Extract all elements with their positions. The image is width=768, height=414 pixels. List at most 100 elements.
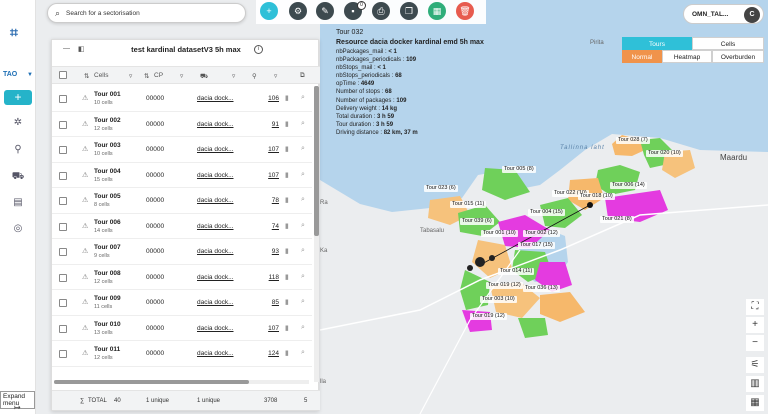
filter-icon[interactable]: ▿ (232, 72, 235, 80)
normal-toggle-button[interactable]: Normal (622, 50, 662, 63)
resource-column-icon[interactable]: ⛟ (200, 72, 208, 81)
expand-menu-icon[interactable]: ↦ (14, 403, 21, 412)
tours-toggle-button[interactable]: Tours (622, 37, 692, 50)
app-logo-icon[interactable]: ⌗ (10, 24, 18, 41)
tour-value-link[interactable]: 118 (257, 274, 279, 281)
zoom-icon[interactable]: ⌕ (301, 196, 305, 204)
chart-icon[interactable]: ▮ (285, 247, 289, 255)
location-pin-icon[interactable]: ⚲ (11, 143, 25, 157)
tour-label[interactable]: Tour 019 (12) (486, 282, 523, 289)
table-row[interactable]: ⚠ Tour 008 12 cells 00000 dacia dock... 11… (52, 265, 312, 290)
tour-resource-link[interactable]: dacia dock... (197, 172, 234, 179)
select-all-checkbox[interactable] (59, 71, 67, 79)
tour-label[interactable]: Tour 039 (6) (460, 218, 494, 225)
tour-resource-link[interactable]: dacia dock... (197, 350, 234, 357)
cells-sort-icon[interactable]: ⇅ (84, 72, 89, 80)
tour-label[interactable]: Tour 014 (11) (498, 268, 535, 275)
tour-resource-link[interactable]: dacia dock... (197, 121, 234, 128)
row-checkbox[interactable] (59, 120, 67, 129)
zoom-icon[interactable]: ⌕ (301, 94, 305, 102)
tour-label[interactable]: Tour 005 (8) (502, 166, 536, 173)
add-button[interactable]: + (4, 90, 32, 105)
tour-resource-link[interactable]: dacia dock... (197, 325, 234, 332)
row-checkbox[interactable] (59, 299, 67, 307)
scrollbar-thumb[interactable] (54, 380, 249, 384)
add-icon[interactable]: + (260, 2, 278, 20)
tour-resource-link[interactable]: dacia dock... (197, 95, 234, 102)
tour-value-link[interactable]: 107 (257, 172, 279, 179)
chevron-down-icon[interactable]: ▼ (27, 72, 33, 78)
filter-icon[interactable]: ▿ (129, 72, 132, 80)
tour-value-link[interactable]: 74 (257, 223, 279, 230)
zoom-icon[interactable]: ⌕ (301, 298, 305, 306)
info-icon[interactable]: i (254, 45, 263, 54)
row-checkbox[interactable] (59, 273, 67, 282)
tour-resource-link[interactable]: dacia dock... (197, 223, 234, 230)
tour-label[interactable]: Tour 023 (6) (424, 185, 458, 192)
row-checkbox[interactable] (59, 171, 67, 180)
zoom-out-button[interactable]: − (746, 335, 764, 351)
row-checkbox[interactable] (59, 95, 67, 103)
tour-value-link[interactable]: 91 (257, 121, 279, 128)
export-icon[interactable]: ▦ (428, 2, 446, 20)
project-selector[interactable]: TAO (3, 71, 17, 78)
zoom-icon[interactable]: ⌕ (301, 247, 305, 255)
chart-icon[interactable]: ▮ (285, 349, 289, 357)
tour-value-link[interactable]: 78 (257, 197, 279, 204)
search-input[interactable] (66, 7, 241, 20)
fit-bounds-icon[interactable]: ⛶ (746, 299, 764, 315)
overburden-toggle-button[interactable]: Overburden (712, 50, 764, 63)
tour-value-link[interactable]: 106 (257, 95, 279, 102)
tour-label[interactable]: Tour 001 (10) (481, 230, 518, 237)
filter-icon[interactable]: ▿ (274, 72, 277, 80)
tour-label[interactable]: Tour 021 (8) (600, 216, 634, 223)
copy-icon[interactable]: ❐ (400, 2, 418, 20)
zoom-icon[interactable]: ⌕ (301, 349, 305, 357)
column-header-cp[interactable]: CP (154, 72, 163, 79)
map-layers-icon[interactable]: ▥ (746, 376, 764, 392)
zoom-icon[interactable]: ⌕ (301, 222, 305, 230)
map-marker-icon[interactable]: ◎ (11, 222, 25, 236)
chart-icon[interactable]: ▮ (285, 298, 289, 306)
chart-icon[interactable]: ▮ (285, 324, 289, 332)
tour-label[interactable]: Tour 017 (15) (518, 242, 555, 249)
tour-value-link[interactable]: 107 (257, 146, 279, 153)
table-row[interactable]: ⚠ Tour 011 12 cells 00000 dacia dock... 12… (52, 341, 312, 367)
chart-icon[interactable]: ▮ (285, 120, 289, 128)
cp-sort-icon[interactable]: ⇅ (144, 72, 149, 80)
scrollbar-thumb[interactable] (314, 86, 319, 236)
chart-icon[interactable]: ▮ (285, 196, 289, 204)
row-checkbox[interactable] (59, 324, 67, 333)
row-checkbox[interactable] (59, 248, 67, 256)
zoom-icon[interactable]: ⌕ (301, 120, 305, 128)
filters-icon[interactable]: ⚟ (746, 357, 764, 373)
tour-label[interactable]: Tour 018 (10) (578, 193, 615, 200)
vertical-scrollbar[interactable] (314, 86, 319, 382)
chart-icon[interactable]: ▮ (285, 171, 289, 179)
table-row[interactable]: ⚠ Tour 003 10 cells 00000 dacia dock... 10… (52, 137, 312, 163)
chart-icon[interactable]: ▮ (285, 222, 289, 230)
horizontal-scrollbar[interactable] (54, 380, 309, 384)
table-row[interactable]: ⚠ Tour 010 13 cells 00000 dacia dock... 10… (52, 316, 312, 341)
row-checkbox[interactable] (59, 222, 67, 231)
tour-value-link[interactable]: 85 (257, 299, 279, 306)
calendar-icon[interactable]: ▦ (746, 395, 764, 411)
tour-resource-link[interactable]: dacia dock... (197, 274, 234, 281)
tour-label[interactable]: Tour 003 (10) (480, 296, 517, 303)
zoom-in-button[interactable]: + (746, 317, 764, 333)
tour-value-link[interactable]: 124 (257, 350, 279, 357)
row-checkbox[interactable] (59, 146, 67, 154)
table-row[interactable]: ⚠ Tour 005 8 cells 00000 dacia dock... 78 ▮… (52, 188, 312, 214)
row-checkbox[interactable] (59, 350, 67, 358)
columns-settings-icon[interactable]: ⧉ (300, 72, 305, 80)
chart-icon[interactable]: ▮ (285, 94, 289, 102)
table-row[interactable]: ⚠ Tour 001 10 cells 00000 dacia dock... 10… (52, 86, 312, 112)
zoom-icon[interactable]: ⌕ (301, 171, 305, 179)
tour-value-link[interactable]: 93 (257, 248, 279, 255)
tour-resource-link[interactable]: dacia dock... (197, 146, 234, 153)
zoom-icon[interactable]: ⌕ (301, 324, 305, 332)
tour-label[interactable]: Tour 004 (15) (528, 209, 565, 216)
cells-toggle-button[interactable]: Cells (692, 37, 764, 50)
table-row[interactable]: ⚠ Tour 007 9 cells 00000 dacia dock... 93 ▮… (52, 239, 312, 265)
zoom-icon[interactable]: ⌕ (301, 273, 305, 281)
